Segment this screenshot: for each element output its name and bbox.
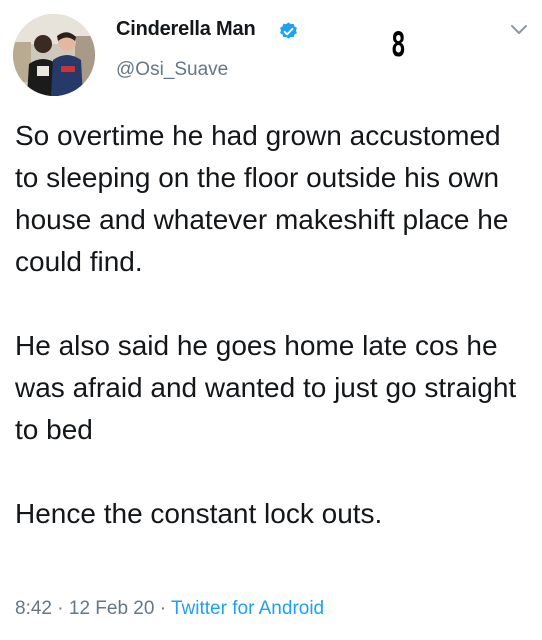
tweet-paragraph: He also said he goes home late cos he wa… (15, 330, 517, 445)
tweet-date[interactable]: 12 Feb 20 (69, 598, 155, 619)
tweet-paragraph: Hence the constant lock outs. (15, 498, 383, 529)
tweet-time[interactable]: 8:42 (15, 598, 52, 619)
handle[interactable]: @Osi_Suave (116, 59, 228, 81)
meta-separator: · (51, 598, 69, 619)
tweet-meta: 8:42 · 12 Feb 20 · Twitter for Android (15, 598, 324, 620)
chevron-down-icon[interactable] (510, 24, 528, 36)
display-name[interactable]: Cinderella Man (116, 18, 256, 41)
tweet-paragraph: So overtime he had grown accustomed to s… (15, 120, 509, 277)
meta-separator: · (154, 598, 171, 619)
tweet-card: Cinderella Man @Osi_Suave 8 So overtime … (0, 0, 542, 640)
overlay-number: 8 (391, 25, 406, 65)
tweet-source-link[interactable]: Twitter for Android (171, 598, 324, 619)
avatar[interactable] (13, 14, 95, 96)
verified-badge-icon (280, 22, 297, 39)
avatar-photo (13, 14, 95, 96)
tweet-text: So overtime he had grown accustomed to s… (15, 115, 530, 535)
